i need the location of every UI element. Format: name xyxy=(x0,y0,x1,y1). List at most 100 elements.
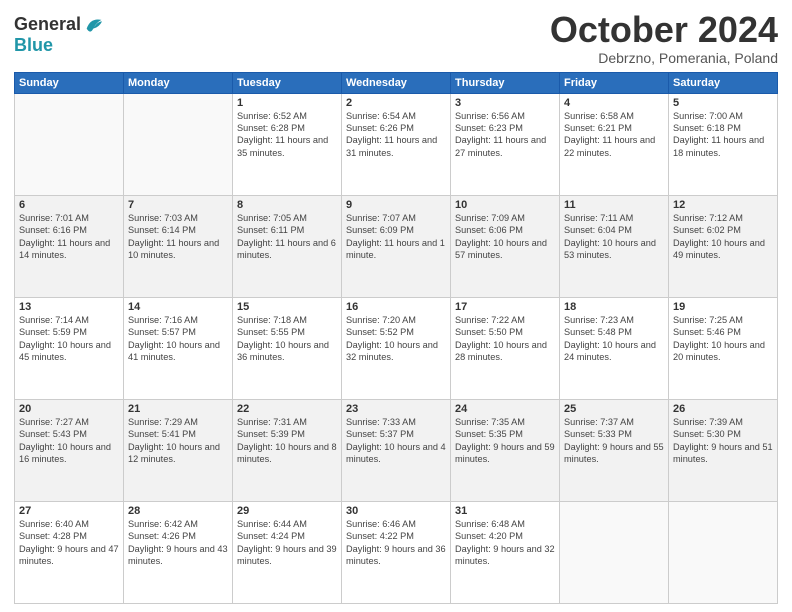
day-info: Sunrise: 7:05 AM Sunset: 6:11 PM Dayligh… xyxy=(237,212,337,262)
day-info: Sunrise: 7:31 AM Sunset: 5:39 PM Dayligh… xyxy=(237,416,337,466)
day-number: 6 xyxy=(19,199,119,211)
calendar-cell: 19Sunrise: 7:25 AM Sunset: 5:46 PM Dayli… xyxy=(669,297,778,399)
day-number: 28 xyxy=(128,505,228,517)
day-number: 4 xyxy=(564,97,664,109)
calendar-cell: 29Sunrise: 6:44 AM Sunset: 4:24 PM Dayli… xyxy=(233,501,342,603)
day-number: 11 xyxy=(564,199,664,211)
calendar-cell: 24Sunrise: 7:35 AM Sunset: 5:35 PM Dayli… xyxy=(451,399,560,501)
calendar-week-row: 27Sunrise: 6:40 AM Sunset: 4:28 PM Dayli… xyxy=(15,501,778,603)
logo-text-blue: Blue xyxy=(14,35,53,55)
calendar-cell: 6Sunrise: 7:01 AM Sunset: 6:16 PM Daylig… xyxy=(15,195,124,297)
day-info: Sunrise: 7:18 AM Sunset: 5:55 PM Dayligh… xyxy=(237,314,337,364)
day-info: Sunrise: 6:46 AM Sunset: 4:22 PM Dayligh… xyxy=(346,518,446,568)
day-number: 15 xyxy=(237,301,337,313)
day-info: Sunrise: 7:25 AM Sunset: 5:46 PM Dayligh… xyxy=(673,314,773,364)
calendar-cell: 13Sunrise: 7:14 AM Sunset: 5:59 PM Dayli… xyxy=(15,297,124,399)
day-number: 8 xyxy=(237,199,337,211)
day-header-friday: Friday xyxy=(560,72,669,93)
day-number: 21 xyxy=(128,403,228,415)
day-number: 27 xyxy=(19,505,119,517)
day-header-wednesday: Wednesday xyxy=(342,72,451,93)
day-info: Sunrise: 6:52 AM Sunset: 6:28 PM Dayligh… xyxy=(237,110,337,160)
day-info: Sunrise: 7:35 AM Sunset: 5:35 PM Dayligh… xyxy=(455,416,555,466)
day-info: Sunrise: 7:12 AM Sunset: 6:02 PM Dayligh… xyxy=(673,212,773,262)
day-number: 3 xyxy=(455,97,555,109)
day-number: 17 xyxy=(455,301,555,313)
day-number: 18 xyxy=(564,301,664,313)
day-number: 24 xyxy=(455,403,555,415)
calendar-week-row: 1Sunrise: 6:52 AM Sunset: 6:28 PM Daylig… xyxy=(15,93,778,195)
day-info: Sunrise: 7:16 AM Sunset: 5:57 PM Dayligh… xyxy=(128,314,228,364)
day-info: Sunrise: 6:58 AM Sunset: 6:21 PM Dayligh… xyxy=(564,110,664,160)
calendar-cell: 31Sunrise: 6:48 AM Sunset: 4:20 PM Dayli… xyxy=(451,501,560,603)
day-info: Sunrise: 7:00 AM Sunset: 6:18 PM Dayligh… xyxy=(673,110,773,160)
day-header-thursday: Thursday xyxy=(451,72,560,93)
day-info: Sunrise: 7:09 AM Sunset: 6:06 PM Dayligh… xyxy=(455,212,555,262)
calendar-cell: 16Sunrise: 7:20 AM Sunset: 5:52 PM Dayli… xyxy=(342,297,451,399)
day-number: 7 xyxy=(128,199,228,211)
day-info: Sunrise: 7:03 AM Sunset: 6:14 PM Dayligh… xyxy=(128,212,228,262)
title-area: October 2024 Debrzno, Pomerania, Poland xyxy=(550,10,778,66)
day-number: 23 xyxy=(346,403,446,415)
logo-text-general: General xyxy=(14,15,81,35)
calendar-cell: 9Sunrise: 7:07 AM Sunset: 6:09 PM Daylig… xyxy=(342,195,451,297)
calendar-cell xyxy=(560,501,669,603)
day-info: Sunrise: 6:42 AM Sunset: 4:26 PM Dayligh… xyxy=(128,518,228,568)
calendar-table: SundayMondayTuesdayWednesdayThursdayFrid… xyxy=(14,72,778,604)
calendar-cell: 22Sunrise: 7:31 AM Sunset: 5:39 PM Dayli… xyxy=(233,399,342,501)
day-info: Sunrise: 7:29 AM Sunset: 5:41 PM Dayligh… xyxy=(128,416,228,466)
calendar-cell: 17Sunrise: 7:22 AM Sunset: 5:50 PM Dayli… xyxy=(451,297,560,399)
calendar-cell: 26Sunrise: 7:39 AM Sunset: 5:30 PM Dayli… xyxy=(669,399,778,501)
header: General Blue October 2024 Debrzno, Pomer… xyxy=(14,10,778,66)
calendar-cell: 25Sunrise: 7:37 AM Sunset: 5:33 PM Dayli… xyxy=(560,399,669,501)
day-info: Sunrise: 6:56 AM Sunset: 6:23 PM Dayligh… xyxy=(455,110,555,160)
day-number: 1 xyxy=(237,97,337,109)
day-info: Sunrise: 7:39 AM Sunset: 5:30 PM Dayligh… xyxy=(673,416,773,466)
calendar-cell: 15Sunrise: 7:18 AM Sunset: 5:55 PM Dayli… xyxy=(233,297,342,399)
day-number: 14 xyxy=(128,301,228,313)
day-header-monday: Monday xyxy=(124,72,233,93)
calendar-cell: 20Sunrise: 7:27 AM Sunset: 5:43 PM Dayli… xyxy=(15,399,124,501)
day-info: Sunrise: 7:23 AM Sunset: 5:48 PM Dayligh… xyxy=(564,314,664,364)
day-number: 9 xyxy=(346,199,446,211)
calendar-cell xyxy=(15,93,124,195)
day-number: 16 xyxy=(346,301,446,313)
calendar-cell: 8Sunrise: 7:05 AM Sunset: 6:11 PM Daylig… xyxy=(233,195,342,297)
day-number: 2 xyxy=(346,97,446,109)
calendar-week-row: 13Sunrise: 7:14 AM Sunset: 5:59 PM Dayli… xyxy=(15,297,778,399)
day-number: 5 xyxy=(673,97,773,109)
day-number: 29 xyxy=(237,505,337,517)
day-number: 31 xyxy=(455,505,555,517)
calendar-cell: 27Sunrise: 6:40 AM Sunset: 4:28 PM Dayli… xyxy=(15,501,124,603)
calendar-cell: 10Sunrise: 7:09 AM Sunset: 6:06 PM Dayli… xyxy=(451,195,560,297)
calendar-week-row: 20Sunrise: 7:27 AM Sunset: 5:43 PM Dayli… xyxy=(15,399,778,501)
calendar-cell: 14Sunrise: 7:16 AM Sunset: 5:57 PM Dayli… xyxy=(124,297,233,399)
day-number: 30 xyxy=(346,505,446,517)
day-header-tuesday: Tuesday xyxy=(233,72,342,93)
calendar-cell xyxy=(669,501,778,603)
calendar-cell: 12Sunrise: 7:12 AM Sunset: 6:02 PM Dayli… xyxy=(669,195,778,297)
calendar-cell: 30Sunrise: 6:46 AM Sunset: 4:22 PM Dayli… xyxy=(342,501,451,603)
day-number: 12 xyxy=(673,199,773,211)
day-info: Sunrise: 7:33 AM Sunset: 5:37 PM Dayligh… xyxy=(346,416,446,466)
calendar-cell: 2Sunrise: 6:54 AM Sunset: 6:26 PM Daylig… xyxy=(342,93,451,195)
day-info: Sunrise: 6:54 AM Sunset: 6:26 PM Dayligh… xyxy=(346,110,446,160)
day-info: Sunrise: 7:27 AM Sunset: 5:43 PM Dayligh… xyxy=(19,416,119,466)
day-info: Sunrise: 7:20 AM Sunset: 5:52 PM Dayligh… xyxy=(346,314,446,364)
day-number: 26 xyxy=(673,403,773,415)
day-info: Sunrise: 7:37 AM Sunset: 5:33 PM Dayligh… xyxy=(564,416,664,466)
day-info: Sunrise: 7:22 AM Sunset: 5:50 PM Dayligh… xyxy=(455,314,555,364)
day-number: 20 xyxy=(19,403,119,415)
calendar-cell: 5Sunrise: 7:00 AM Sunset: 6:18 PM Daylig… xyxy=(669,93,778,195)
header-row: SundayMondayTuesdayWednesdayThursdayFrid… xyxy=(15,72,778,93)
day-info: Sunrise: 7:14 AM Sunset: 5:59 PM Dayligh… xyxy=(19,314,119,364)
day-info: Sunrise: 7:11 AM Sunset: 6:04 PM Dayligh… xyxy=(564,212,664,262)
calendar-cell: 28Sunrise: 6:42 AM Sunset: 4:26 PM Dayli… xyxy=(124,501,233,603)
calendar-cell: 3Sunrise: 6:56 AM Sunset: 6:23 PM Daylig… xyxy=(451,93,560,195)
day-number: 19 xyxy=(673,301,773,313)
day-number: 22 xyxy=(237,403,337,415)
calendar-cell: 4Sunrise: 6:58 AM Sunset: 6:21 PM Daylig… xyxy=(560,93,669,195)
day-info: Sunrise: 7:07 AM Sunset: 6:09 PM Dayligh… xyxy=(346,212,446,262)
calendar-cell: 1Sunrise: 6:52 AM Sunset: 6:28 PM Daylig… xyxy=(233,93,342,195)
day-info: Sunrise: 6:44 AM Sunset: 4:24 PM Dayligh… xyxy=(237,518,337,568)
